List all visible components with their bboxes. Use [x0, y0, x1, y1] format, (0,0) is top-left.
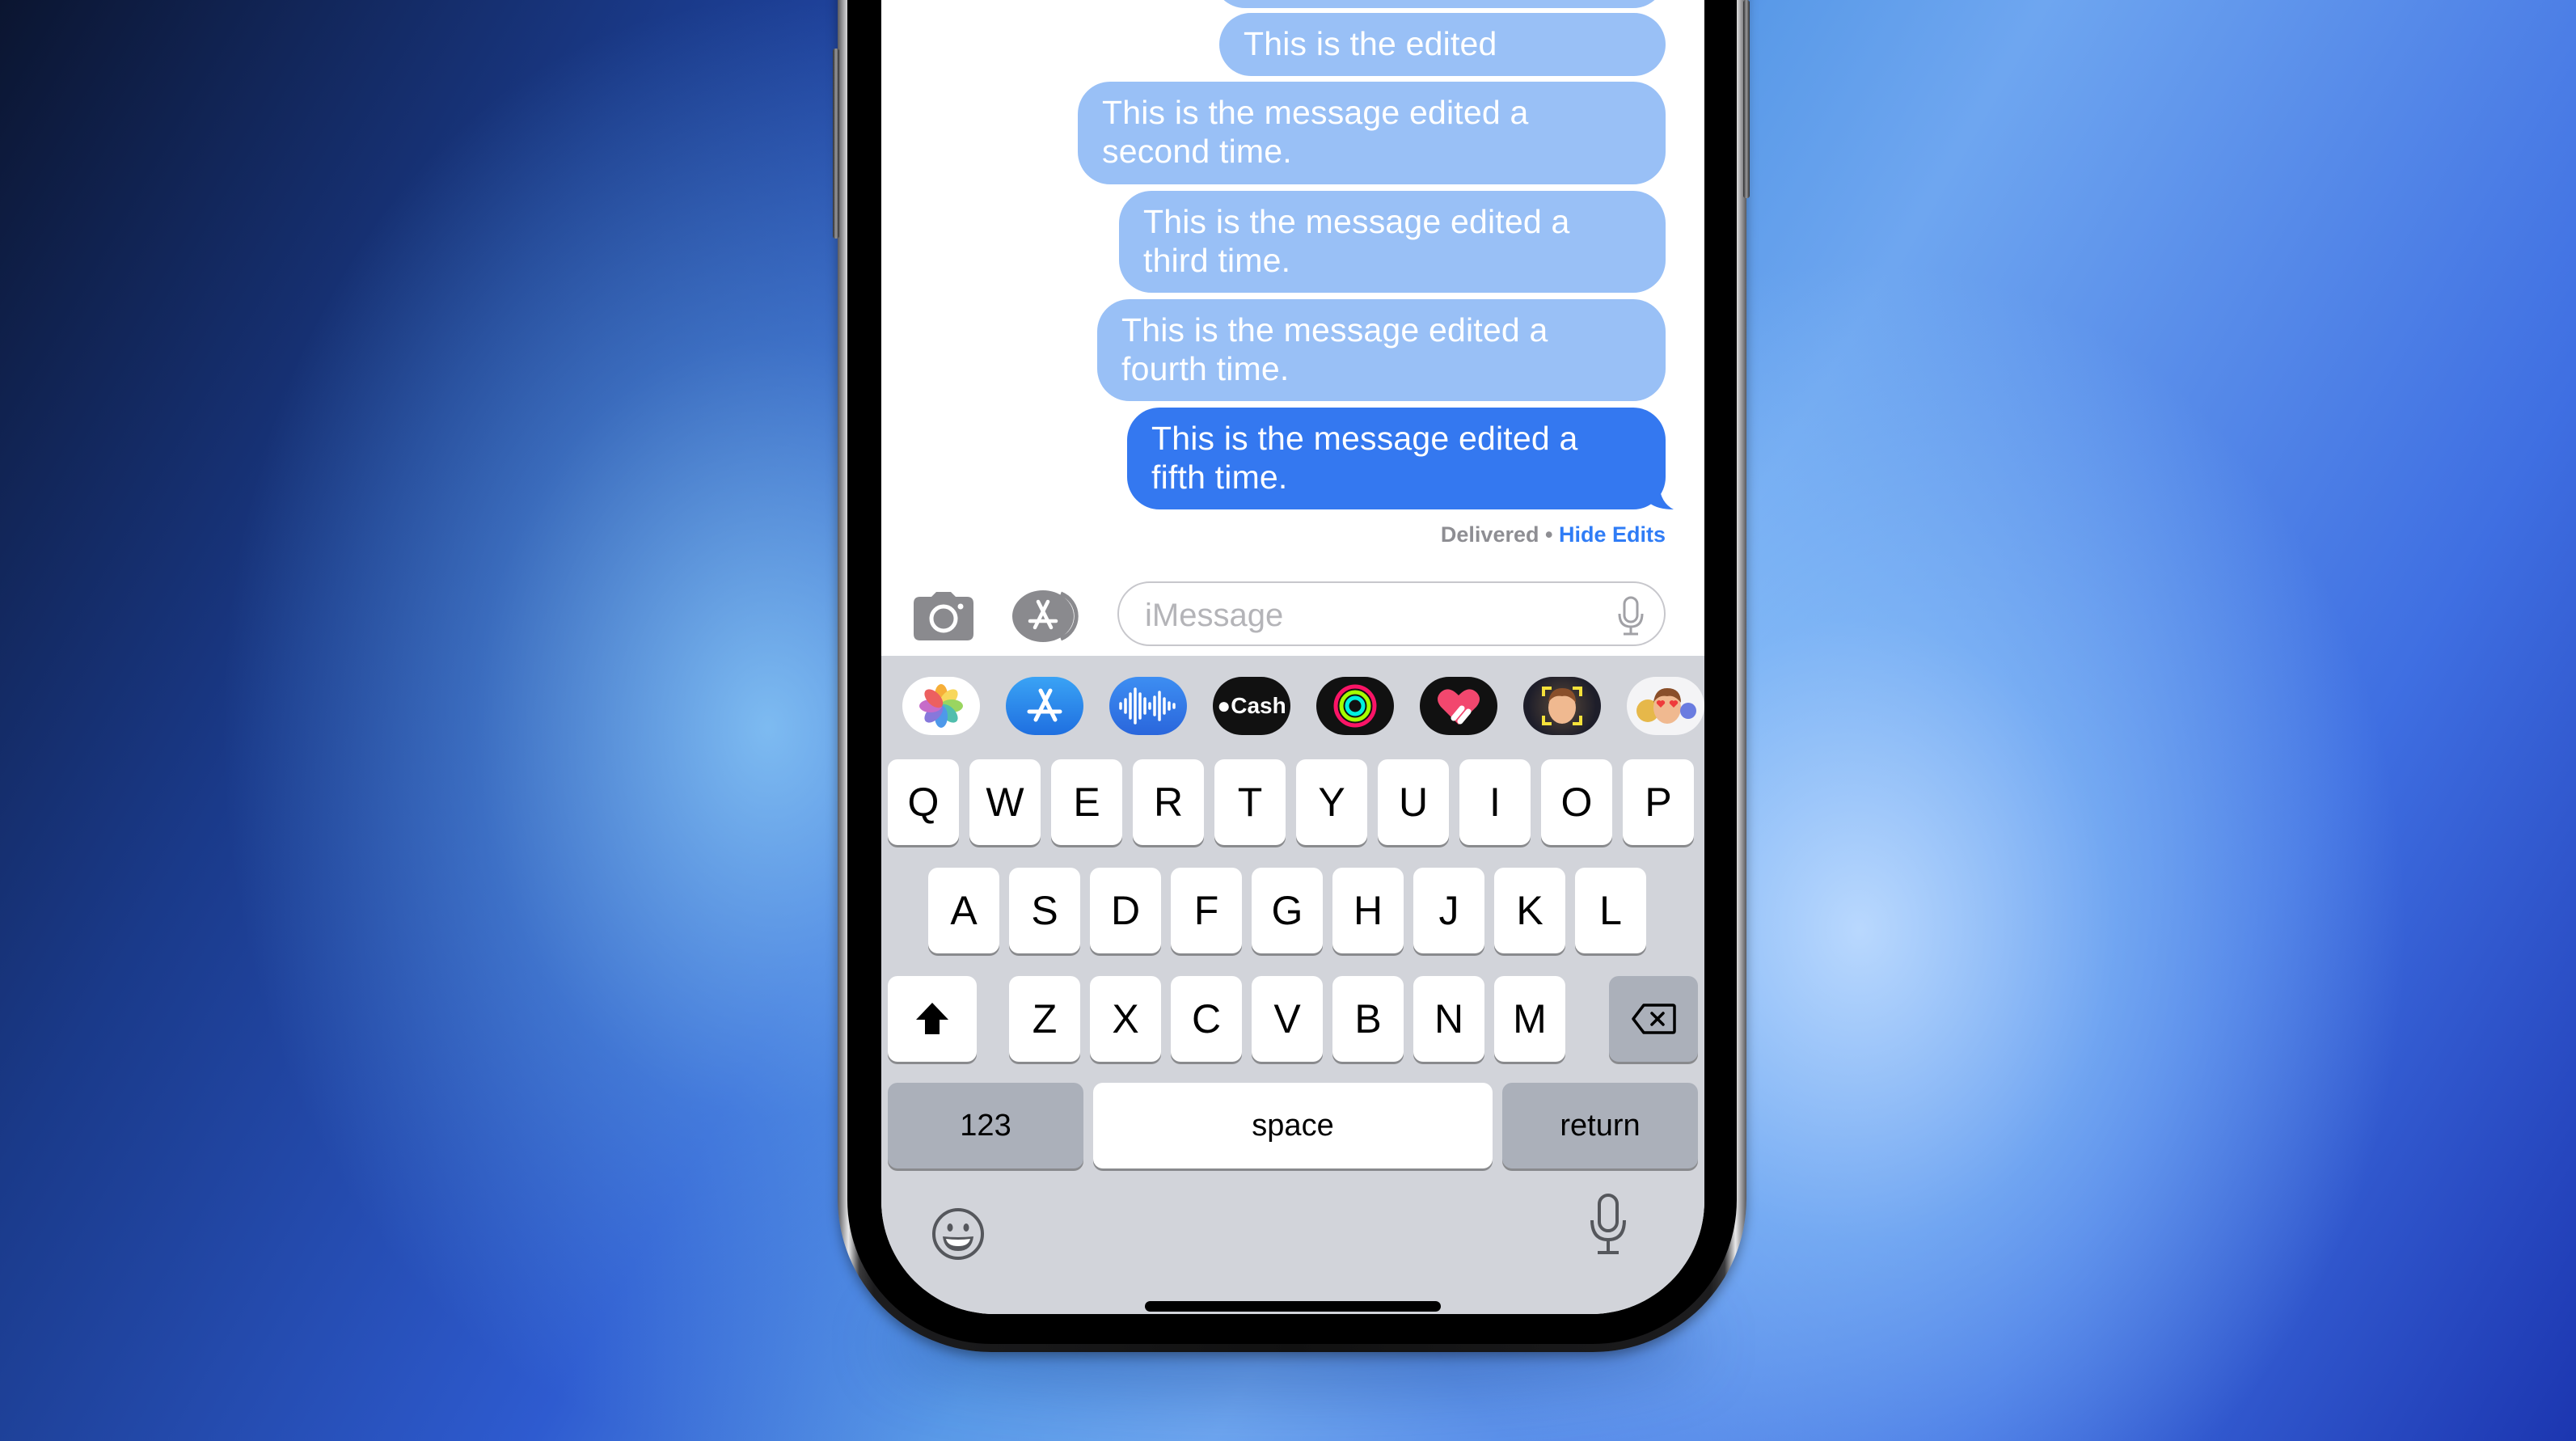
key-x[interactable]: X [1090, 976, 1161, 1062]
key-q[interactable]: Q [888, 759, 959, 845]
key-w[interactable]: W [969, 759, 1041, 845]
message-input-field[interactable] [1117, 581, 1666, 646]
memoji-app-button[interactable] [1523, 677, 1601, 735]
delete-key[interactable] [1609, 976, 1698, 1062]
waveform-icon [1119, 687, 1176, 725]
key-k[interactable]: K [1494, 868, 1565, 953]
key-s[interactable]: S [1009, 868, 1080, 953]
camera-icon[interactable] [914, 592, 973, 640]
activity-app-button[interactable] [1316, 677, 1394, 735]
key-p[interactable]: P [1623, 759, 1694, 845]
message-input[interactable] [1143, 593, 1599, 638]
key-y[interactable]: Y [1296, 759, 1367, 845]
key-m[interactable]: M [1494, 976, 1565, 1062]
key-e[interactable]: E [1051, 759, 1122, 845]
key-h[interactable]: H [1332, 868, 1404, 953]
message-text: This is the message edited a second time… [1102, 94, 1529, 170]
app-store-icon [1027, 688, 1062, 722]
message-bubble-edit-1[interactable]: This is the edited message. [1219, 13, 1666, 101]
delivered-label: Delivered [1440, 522, 1539, 547]
key-u[interactable]: U [1378, 759, 1449, 845]
key-i[interactable]: I [1459, 759, 1531, 845]
key-o[interactable]: O [1541, 759, 1612, 845]
key-d[interactable]: D [1090, 868, 1161, 953]
message-bubble-edit-3[interactable]: This is the message edited a third time. [1119, 191, 1666, 293]
key-a[interactable]: A [928, 868, 999, 953]
backspace-icon [1632, 1004, 1676, 1034]
photos-icon [919, 684, 963, 728]
message-text: This is the message edited a third time. [1143, 203, 1570, 279]
volume-button [833, 49, 839, 125]
memoji-stickers-icon [1636, 688, 1696, 724]
key-c[interactable]: C [1171, 976, 1242, 1062]
key-z[interactable]: Z [1009, 976, 1080, 1062]
keyboard-row-3: ZXCVBNM [881, 976, 1704, 1062]
keyboard-row-2: ASDFGHJKL [881, 868, 1704, 953]
key-g[interactable]: G [1252, 868, 1323, 953]
key-f[interactable]: F [1171, 868, 1242, 953]
message-bubble-edit-2[interactable]: This is the message edited a second time… [1078, 82, 1666, 184]
app-store-app-button[interactable] [1006, 677, 1083, 735]
emoji-icon[interactable] [930, 1206, 986, 1262]
digital-touch-icon [1438, 689, 1480, 725]
numbers-key[interactable]: 123 [888, 1083, 1083, 1168]
phone-screen: This is the edited message. This is the … [881, 0, 1704, 1314]
side-button [1743, 0, 1750, 198]
key-l[interactable]: L [1575, 868, 1646, 953]
memoji-stickers-app-button[interactable] [1627, 677, 1704, 735]
keyboard-tray: ●Cash Q W E R T Y U I O P A S D F G H J … [881, 656, 1704, 1314]
message-text: This is the message edited a fourth time… [1121, 311, 1548, 387]
status-separator: • [1545, 522, 1553, 547]
key-v[interactable]: V [1252, 976, 1323, 1062]
home-indicator[interactable] [1145, 1301, 1441, 1312]
apps-icon[interactable] [1012, 590, 1085, 642]
hide-edits-link[interactable]: Hide Edits [1559, 522, 1666, 547]
return-key[interactable]: return [1502, 1083, 1698, 1168]
shift-key[interactable] [888, 976, 977, 1062]
app-drawer: ●Cash [881, 677, 1704, 738]
message-text: This is the message edited a fifth time. [1151, 420, 1578, 496]
bubble-tail-icon [1649, 485, 1674, 509]
message-bubble-current[interactable]: This is the message edited a fifth time. [1127, 408, 1666, 509]
shift-arrow-icon [916, 1003, 948, 1034]
audio-message-app-button[interactable] [1109, 677, 1187, 735]
message-bubble-partial [1213, 0, 1666, 8]
apple-cash-app-button[interactable]: ●Cash [1213, 677, 1290, 735]
dictation-microphone-icon[interactable] [1588, 1193, 1628, 1257]
activity-rings-icon [1333, 684, 1377, 728]
space-key[interactable]: space [1093, 1083, 1493, 1168]
apple-cash-icon: ●Cash [1217, 693, 1286, 718]
key-r[interactable]: R [1133, 759, 1204, 845]
key-j[interactable]: J [1413, 868, 1484, 953]
key-n[interactable]: N [1413, 976, 1484, 1062]
key-b[interactable]: B [1332, 976, 1404, 1062]
volume-button [833, 117, 839, 239]
apple-cash-label: Cash [1231, 693, 1286, 718]
microphone-icon[interactable] [1617, 596, 1645, 636]
key-t[interactable]: T [1214, 759, 1286, 845]
memoji-icon [1542, 687, 1582, 725]
photos-app-button[interactable] [902, 677, 980, 735]
delivery-status: Delivered • Hide Edits [1441, 522, 1666, 547]
message-bubble-edit-4[interactable]: This is the message edited a fourth time… [1097, 299, 1666, 401]
digital-touch-app-button[interactable] [1420, 677, 1497, 735]
keyboard-row-4: 123 space return [881, 1083, 1704, 1170]
keyboard-row-1: QWERTYUIOP [881, 759, 1704, 845]
